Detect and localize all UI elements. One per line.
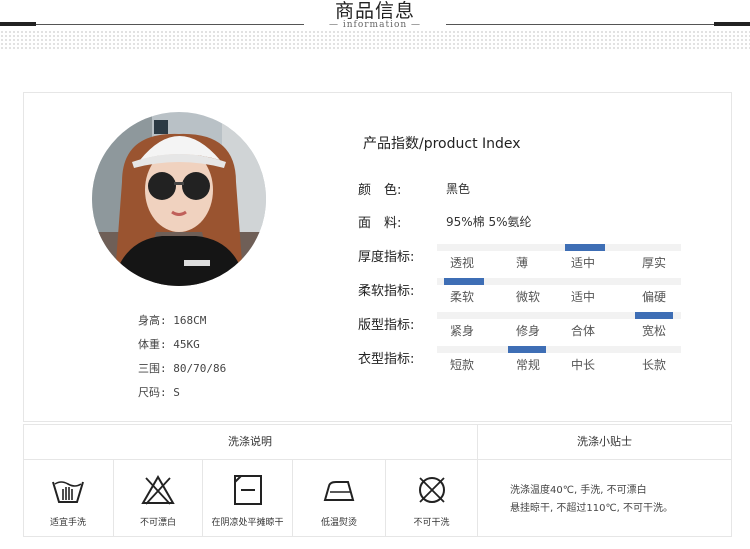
- index-label: 衣型指标:: [358, 352, 415, 367]
- index-scale-track: [437, 312, 681, 319]
- index-scale-track: [437, 278, 681, 285]
- index-scale-indicator: [635, 312, 673, 319]
- care-item-no-dry-clean: 不可干洗: [386, 460, 477, 537]
- care-item-label: 不可漂白: [139, 518, 176, 528]
- care-item-label: 不可干洗: [413, 518, 450, 528]
- low-iron-icon: [322, 474, 356, 506]
- header-line-right: [446, 24, 714, 25]
- product-index-title: 产品指数/product Index: [363, 136, 521, 152]
- index-option: 适中: [571, 256, 596, 270]
- index-scale-indicator: [508, 346, 546, 353]
- wash-tip-line: 洗涤温度40℃, 手洗, 不可漂白: [510, 485, 647, 496]
- index-option: 偏硬: [642, 290, 667, 304]
- index-option: 柔软: [450, 290, 475, 304]
- index-option: 微软: [516, 290, 541, 304]
- index-option: 常规: [516, 358, 541, 372]
- care-item-label: 适宜手洗: [49, 518, 86, 528]
- index-scale-track: [437, 346, 681, 353]
- header-bar-right: [714, 22, 750, 26]
- index-label: 柔软指标:: [358, 284, 415, 299]
- index-scale-indicator: [444, 278, 484, 285]
- index-option: 长款: [642, 358, 667, 372]
- header-bar-left: [0, 22, 36, 26]
- index-option: 短款: [450, 358, 475, 372]
- header-line-left: [36, 24, 304, 25]
- model-photo: [92, 112, 266, 286]
- model-height: 身高: 168CM: [138, 314, 207, 327]
- no-dry-clean-icon: [415, 474, 449, 506]
- care-item-no-bleach: 不可漂白: [114, 460, 202, 537]
- wash-tip-line: 悬挂晾干, 不超过110℃, 不可干洗。: [510, 503, 674, 514]
- care-item-label: 在阴凉处平摊晾干: [211, 518, 284, 528]
- index-label: 版型指标:: [358, 318, 415, 333]
- care-item-label: 低温熨烫: [320, 518, 357, 528]
- care-column-divider: [477, 424, 478, 537]
- care-item-low-iron: 低温熨烫: [293, 460, 385, 537]
- section-subtitle: — information —: [328, 20, 422, 30]
- dotted-band: [0, 30, 750, 50]
- index-option: 宽松: [642, 324, 667, 338]
- tips-title: 洗涤小贴士: [577, 435, 632, 448]
- model-measurements: 三围: 80/70/86: [138, 362, 227, 375]
- index-option: 透视: [450, 256, 475, 270]
- fabric-label: 面 料:: [358, 216, 402, 231]
- index-option: 紧身: [450, 324, 475, 338]
- care-item-dry-flat: 在阴凉处平摊晾干: [203, 460, 292, 537]
- index-scale-indicator: [565, 244, 605, 251]
- index-option: 厚实: [642, 256, 667, 270]
- care-title: 洗涤说明: [228, 435, 272, 448]
- model-size: 尺码: S: [138, 386, 180, 399]
- index-option: 薄: [516, 256, 529, 270]
- model-weight: 体重: 45KG: [138, 338, 200, 351]
- hand-wash-icon: [51, 474, 85, 506]
- color-value: 黑色: [446, 182, 471, 196]
- no-bleach-icon: [141, 474, 175, 506]
- index-label: 厚度指标:: [358, 250, 415, 265]
- index-option: 合体: [571, 324, 596, 338]
- index-option: 适中: [571, 290, 596, 304]
- index-option: 修身: [516, 324, 541, 338]
- dry-flat-shade-icon: [231, 474, 265, 506]
- index-option: 中长: [571, 358, 596, 372]
- index-scale-track: [437, 244, 681, 251]
- color-label: 颜 色:: [358, 183, 402, 198]
- fabric-value: 95%棉 5%氨纶: [446, 215, 532, 229]
- care-item-hand-wash: 适宜手洗: [23, 460, 113, 537]
